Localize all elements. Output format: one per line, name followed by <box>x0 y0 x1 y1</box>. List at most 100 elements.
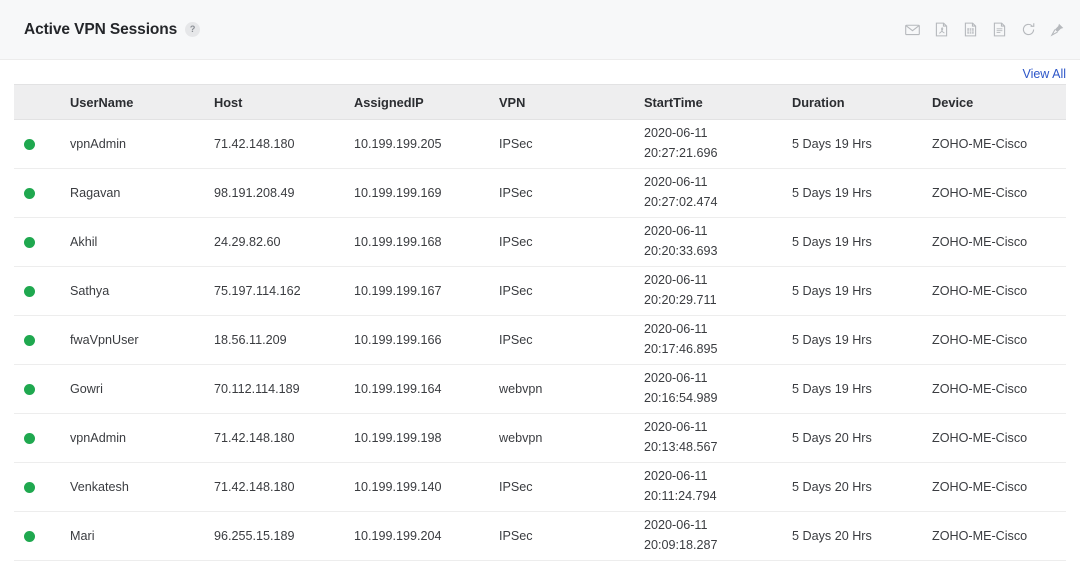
starttime-time: 20:09:18.287 <box>644 538 718 552</box>
table-row[interactable]: Sathya 75.197.114.162 10.199.199.167 IPSec 2… <box>14 266 1066 316</box>
column-header-assignedip[interactable]: AssignedIP <box>344 84 489 120</box>
cell-vpn: IPSec <box>489 462 634 512</box>
cell-duration: 5 Days 19 Hrs <box>782 266 922 316</box>
cell-starttime: 2020-06-11 20:11:24.794 <box>634 462 782 512</box>
cell-host: 18.56.11.209 <box>204 315 344 365</box>
widget-toolbar <box>904 21 1066 38</box>
cell-username: fwaVpnUser <box>60 315 204 365</box>
active-vpn-sessions-table: UserName Host AssignedIP VPN StartTime D… <box>14 84 1066 561</box>
starttime-date: 2020-06-11 <box>644 273 708 288</box>
column-header-status[interactable] <box>14 84 60 120</box>
cell-status <box>14 168 60 218</box>
cell-vpn: IPSec <box>489 217 634 267</box>
cell-device: ZOHO-ME-Cisco <box>922 511 1066 561</box>
table-row[interactable]: Venkatesh 71.42.148.180 10.199.199.140 IPSe… <box>14 462 1066 512</box>
cell-username: Mari <box>60 511 204 561</box>
cell-assignedip: 10.199.199.205 <box>344 119 489 169</box>
table-head: UserName Host AssignedIP VPN StartTime D… <box>14 84 1066 120</box>
starttime-time: 20:17:46.895 <box>644 342 718 356</box>
help-icon[interactable]: ? <box>185 22 201 37</box>
sessions-table-wrap: UserName Host AssignedIP VPN StartTime D… <box>0 84 1080 561</box>
table-row[interactable]: vpnAdmin 71.42.148.180 10.199.199.198 webvp… <box>14 413 1066 463</box>
cell-starttime: 2020-06-11 20:16:54.989 <box>634 364 782 414</box>
widget-header-left: Active VPN Sessions ? <box>24 21 904 39</box>
pin-icon[interactable] <box>1049 21 1066 38</box>
view-all-link[interactable]: View All <box>1022 67 1066 81</box>
starttime-date: 2020-06-11 <box>644 126 708 141</box>
cell-assignedip: 10.199.199.169 <box>344 168 489 218</box>
cell-host: 96.255.15.189 <box>204 511 344 561</box>
cell-username: Venkatesh <box>60 462 204 512</box>
table-row[interactable]: Akhil 24.29.82.60 10.199.199.168 IPSec 2020-… <box>14 217 1066 267</box>
cell-vpn: webvpn <box>489 413 634 463</box>
column-header-username[interactable]: UserName <box>60 84 204 120</box>
column-header-device[interactable]: Device <box>922 84 1066 120</box>
cell-duration: 5 Days 20 Hrs <box>782 413 922 463</box>
cell-device: ZOHO-ME-Cisco <box>922 217 1066 267</box>
cell-device: ZOHO-ME-Cisco <box>922 315 1066 365</box>
cell-username: Gowri <box>60 364 204 414</box>
cell-vpn: IPSec <box>489 119 634 169</box>
cell-host: 70.112.114.189 <box>204 364 344 414</box>
cell-assignedip: 10.199.199.164 <box>344 364 489 414</box>
cell-vpn: IPSec <box>489 511 634 561</box>
table-row[interactable]: vpnAdmin 71.42.148.180 10.199.199.205 IPSec… <box>14 119 1066 169</box>
cell-starttime: 2020-06-11 20:27:21.696 <box>634 119 782 169</box>
cell-assignedip: 10.199.199.166 <box>344 315 489 365</box>
cell-status <box>14 462 60 512</box>
cell-username: Sathya <box>60 266 204 316</box>
pdf-export-icon[interactable] <box>933 21 950 38</box>
cell-status <box>14 413 60 463</box>
column-header-starttime[interactable]: StartTime <box>634 84 782 120</box>
starttime-date: 2020-06-11 <box>644 322 708 337</box>
cell-duration: 5 Days 20 Hrs <box>782 511 922 561</box>
cell-starttime: 2020-06-11 20:20:33.693 <box>634 217 782 267</box>
active-vpn-sessions-widget: Active VPN Sessions ? View All UserName … <box>0 0 1080 565</box>
table-row[interactable]: Mari 96.255.15.189 10.199.199.204 IPSec 2020… <box>14 511 1066 561</box>
cell-assignedip: 10.199.199.167 <box>344 266 489 316</box>
starttime-date: 2020-06-11 <box>644 420 708 435</box>
column-header-vpn[interactable]: VPN <box>489 84 634 120</box>
cell-starttime: 2020-06-11 20:20:29.711 <box>634 266 782 316</box>
cell-vpn: webvpn <box>489 364 634 414</box>
table-header-row: UserName Host AssignedIP VPN StartTime D… <box>14 84 1066 120</box>
cell-username: vpnAdmin <box>60 413 204 463</box>
email-icon[interactable] <box>904 21 921 38</box>
status-badge <box>24 138 35 150</box>
table-row[interactable]: Ragavan 98.191.208.49 10.199.199.169 IPSec 2… <box>14 168 1066 218</box>
cell-vpn: IPSec <box>489 266 634 316</box>
cell-host: 71.42.148.180 <box>204 119 344 169</box>
cell-duration: 5 Days 19 Hrs <box>782 217 922 267</box>
cell-vpn: IPSec <box>489 168 634 218</box>
cell-device: ZOHO-ME-Cisco <box>922 413 1066 463</box>
starttime-date: 2020-06-11 <box>644 469 708 484</box>
column-header-host[interactable]: Host <box>204 84 344 120</box>
cell-status <box>14 266 60 316</box>
page-title: Active VPN Sessions <box>24 20 178 38</box>
starttime-time: 20:13:48.567 <box>644 440 718 454</box>
starttime-time: 20:20:29.711 <box>644 293 717 307</box>
cell-host: 71.42.148.180 <box>204 462 344 512</box>
status-badge <box>24 236 35 248</box>
cell-device: ZOHO-ME-Cisco <box>922 364 1066 414</box>
cell-duration: 5 Days 19 Hrs <box>782 168 922 218</box>
cell-status <box>14 511 60 561</box>
cell-username: vpnAdmin <box>60 119 204 169</box>
widget-header: Active VPN Sessions ? <box>0 0 1080 60</box>
cell-duration: 5 Days 19 Hrs <box>782 364 922 414</box>
cell-starttime: 2020-06-11 20:17:46.895 <box>634 315 782 365</box>
status-badge <box>24 481 35 493</box>
csv-export-icon[interactable] <box>991 21 1008 38</box>
cell-device: ZOHO-ME-Cisco <box>922 119 1066 169</box>
starttime-date: 2020-06-11 <box>644 175 708 190</box>
cell-device: ZOHO-ME-Cisco <box>922 168 1066 218</box>
column-header-duration[interactable]: Duration <box>782 84 922 120</box>
status-badge <box>24 187 35 199</box>
table-row[interactable]: fwaVpnUser 18.56.11.209 10.199.199.166 IPSe… <box>14 315 1066 365</box>
cell-device: ZOHO-ME-Cisco <box>922 266 1066 316</box>
starttime-time: 20:27:02.474 <box>644 195 718 209</box>
excel-export-icon[interactable] <box>962 21 979 38</box>
cell-status <box>14 315 60 365</box>
table-row[interactable]: Gowri 70.112.114.189 10.199.199.164 webvpn 2… <box>14 364 1066 414</box>
refresh-icon[interactable] <box>1020 21 1037 38</box>
